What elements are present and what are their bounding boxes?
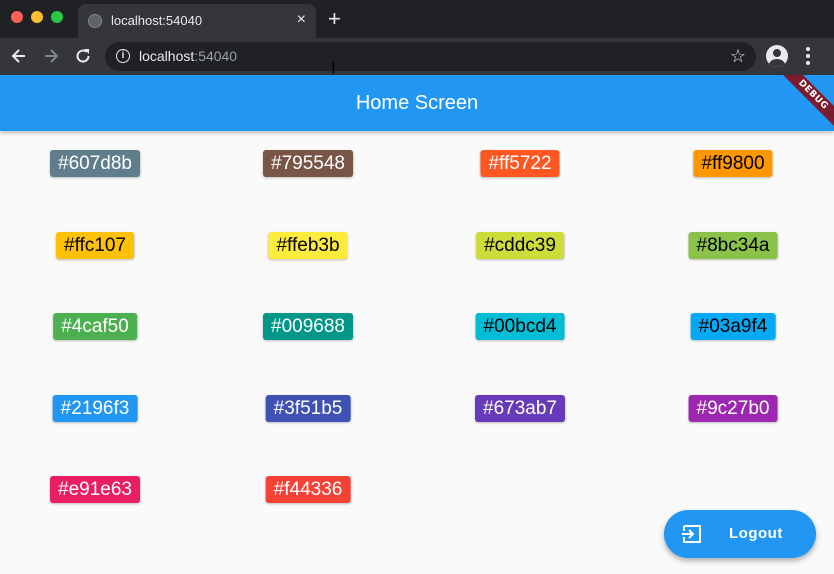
maximize-window-button[interactable] [51,11,63,23]
color-chip[interactable]: #ffc107 [56,232,134,259]
bookmark-star-icon[interactable]: ☆ [730,45,746,67]
tab-close-icon[interactable]: × [297,10,306,30]
logout-button[interactable]: Logout [664,510,816,558]
minimize-window-button[interactable] [31,11,43,23]
logout-label: Logout [729,525,783,542]
color-grid: #607d8b #795548 #ff5722 #ff9800 #ffc107 #ffeb… [0,131,834,574]
color-chip[interactable]: #f44336 [265,476,351,503]
color-chip[interactable]: #cddc39 [476,232,564,259]
url-host: localhost [139,48,195,64]
close-window-button[interactable] [11,11,23,23]
url-text: localhost:54040 [139,48,237,64]
color-chip[interactable]: #9c27b0 [688,395,778,422]
new-tab-button[interactable]: + [328,7,341,31]
address-bar[interactable]: i localhost:54040 ☆ [105,42,756,71]
browser-toolbar: i localhost:54040 ☆ [0,38,834,75]
color-chip[interactable]: #ff9800 [693,150,773,177]
color-chip[interactable]: #795548 [263,150,353,177]
color-chip[interactable]: #00bcd4 [475,313,565,340]
info-icon[interactable]: i [116,49,130,63]
color-chip[interactable]: #ffeb3b [268,232,348,259]
color-chip[interactable]: #03a9f4 [690,313,776,340]
browser-tab[interactable]: localhost:54040 × [78,4,316,38]
forward-arrow-icon[interactable] [41,46,61,66]
browser-tab-strip: localhost:54040 × + [0,0,834,38]
color-chip[interactable]: #2196f3 [52,395,138,422]
url-port: :54040 [194,48,238,64]
exit-icon [682,525,701,543]
color-chip[interactable]: #e91e63 [50,476,140,503]
app-bar: Home Screen DEBUG [0,75,834,131]
tab-title: localhost:54040 [111,13,203,28]
back-arrow-icon[interactable] [9,46,29,66]
color-chip[interactable]: #3f51b5 [265,395,351,422]
globe-icon [88,14,102,28]
page-title: Home Screen [355,92,479,114]
color-chip[interactable]: #009688 [263,313,353,340]
profile-avatar-icon[interactable] [766,45,788,67]
browser-menu-icon[interactable] [806,47,810,68]
color-chip[interactable]: #673ab7 [475,395,565,422]
color-chip[interactable]: #607d8b [50,150,140,177]
color-chip[interactable]: #8bc34a [688,232,778,259]
color-chip[interactable]: #ff5722 [480,150,560,177]
reload-icon[interactable] [73,46,93,66]
color-chip[interactable]: #4caf50 [53,313,137,340]
